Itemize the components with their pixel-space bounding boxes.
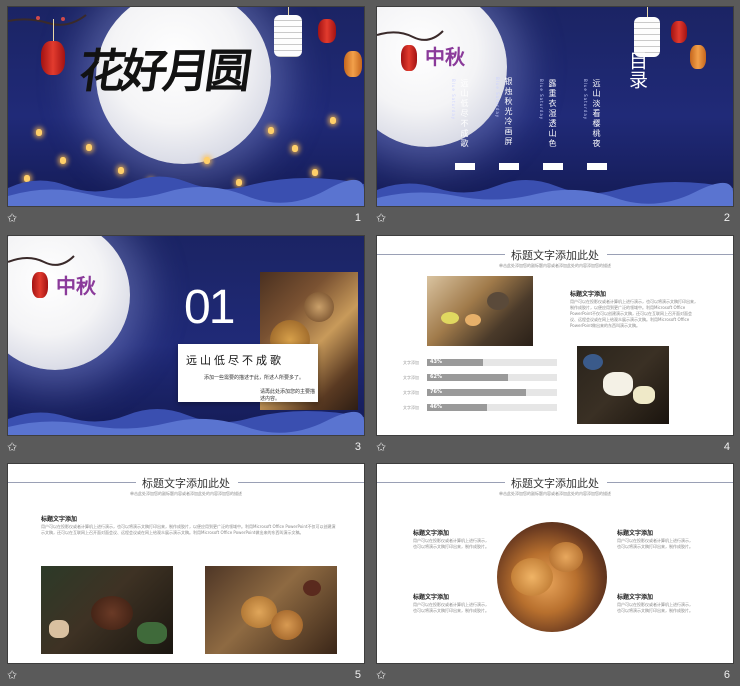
- sky-lantern-icon: [268, 127, 274, 134]
- star-icon[interactable]: ✩: [376, 668, 386, 682]
- toc-title: 目录: [626, 51, 648, 89]
- block-text: 用户可以在投影仪或者计算机上进行演示，也可以将演示文稿打印出来，制作成胶片，以便…: [41, 524, 336, 535]
- slide-thumbnail-2[interactable]: 中秋 目录 远山低尽不成歌 Blue Saturday 银烛秋光冷画屏 Blue…: [376, 6, 734, 229]
- orange-lantern-icon: [690, 45, 706, 69]
- block-text: 用户可以在投影仪或者计算机上进行演示，也可以将演示文稿打印出来，制作成胶片。: [617, 538, 693, 549]
- block-title: 标题文字添加: [617, 530, 654, 537]
- progress-bar: 43%: [427, 359, 557, 366]
- logo-text: 中秋: [56, 274, 96, 298]
- section-number: 01: [184, 281, 235, 334]
- slide-thumbnail-5[interactable]: 标题文字添加此处 单击此处添加您的副标题内容或者添加此处的内容添加您的描述 标题…: [7, 463, 365, 686]
- bar-label: 文字添加: [403, 405, 419, 410]
- section-text: 请再此处添加您的主要描述内容。: [260, 389, 316, 402]
- sky-lantern-icon: [292, 145, 298, 152]
- red-lantern-icon: [401, 45, 417, 71]
- section-text: 添加一些需要的描述于此，所述人所要多了。: [204, 375, 305, 381]
- white-lantern-icon: [274, 15, 302, 57]
- section-card: 远山低尽不成歌 添加一些需要的描述于此，所述人所要多了。 请再此处添加您的主要描…: [178, 344, 318, 402]
- star-icon[interactable]: ✩: [376, 440, 386, 454]
- slide-2-canvas: 中秋 目录 远山低尽不成歌 Blue Saturday 银烛秋光冷画屏 Blue…: [376, 6, 734, 207]
- block-text: 用户可以在投影仪或者计算机上进行演示，也可以将演示文稿打印出来，制作成胶片。: [413, 602, 489, 613]
- sky-lantern-icon: [36, 129, 42, 136]
- bar-label: 文字添加: [403, 360, 419, 365]
- cloud-waves: [8, 409, 364, 435]
- toc-item-marker: [455, 163, 475, 170]
- mooncake-photo: [427, 276, 533, 346]
- star-icon[interactable]: ✩: [376, 211, 386, 225]
- red-lantern-icon: [671, 21, 687, 43]
- slide-number: 2: [723, 212, 730, 224]
- progress-bar: 62%: [427, 374, 557, 381]
- sky-lantern-icon: [60, 157, 66, 164]
- toc-item-3[interactable]: 露重衣湿透山色: [547, 79, 557, 149]
- slide-3-canvas: 中秋 01 远山低尽不成歌 添加一些需要的描述于此，所述人所要多了。 请再此处添…: [7, 235, 365, 436]
- slide-subheader: 单击此处添加您的副标题内容或者添加此处的内容添加您的描述: [499, 491, 611, 496]
- slide-thumbnail-4[interactable]: 标题文字添加此处 单击此处添加您的副标题内容或者添加此处的内容添加您的描述 标题…: [376, 235, 734, 458]
- block-text: 用户可以在投影仪或者计算机上进行演示，也可以将演示文稿打印出来，制作成胶片。: [617, 602, 693, 613]
- mooncake-photo: [577, 346, 669, 424]
- slide-header: 标题文字添加此处: [142, 477, 230, 490]
- slide-5-canvas: 标题文字添加此处 单击此处添加您的副标题内容或者添加此处的内容添加您的描述 标题…: [7, 463, 365, 664]
- slide-thumbnail-3[interactable]: 中秋 01 远山低尽不成歌 添加一些需要的描述于此，所述人所要多了。 请再此处添…: [7, 235, 365, 458]
- slide-1-canvas: 花好月圆: [7, 6, 365, 207]
- bar-label: 文字添加: [403, 375, 419, 380]
- block-text: 用户可以在投影仪或者计算机上进行演示，也可以将演示文稿打印出来，制作成胶片。: [413, 538, 489, 549]
- orange-lantern-icon: [344, 51, 362, 77]
- slide-6-canvas: 标题文字添加此处 单击此处添加您的副标题内容或者添加此处的内容添加您的描述 标题…: [376, 463, 734, 664]
- sky-lantern-icon: [86, 144, 92, 151]
- toc-item-1[interactable]: 远山低尽不成歌: [459, 79, 469, 149]
- star-icon[interactable]: ✩: [7, 211, 17, 225]
- toc-item-4[interactable]: 远山淡看樱桃夜: [591, 79, 601, 149]
- block-title: 标题文字添加: [413, 594, 450, 601]
- star-icon[interactable]: ✩: [7, 440, 17, 454]
- toc-item-marker: [499, 163, 519, 170]
- slide-header: 标题文字添加此处: [511, 249, 599, 262]
- block-title: 标题文字添加: [41, 516, 78, 523]
- cloud-waves: [377, 180, 733, 206]
- red-lantern-icon: [41, 41, 65, 75]
- section-title: 远山低尽不成歌: [186, 354, 284, 367]
- branch-icon: [8, 14, 87, 26]
- mooncake-photo: [41, 566, 173, 654]
- sky-lantern-icon: [330, 117, 336, 124]
- sky-lantern-icon: [204, 157, 210, 164]
- slide-subheader: 单击此处添加您的副标题内容或者添加此处的内容添加您的描述: [130, 491, 242, 496]
- title-calligraphy: 花好月圆: [75, 44, 252, 98]
- toc-item-marker: [543, 163, 563, 170]
- progress-bar: 46%: [427, 404, 557, 411]
- slide-number: 5: [354, 669, 361, 681]
- block-title: 标题文字添加: [413, 530, 450, 537]
- star-icon[interactable]: ✩: [7, 668, 17, 682]
- cloud-waves: [8, 176, 364, 206]
- slide-subheader: 单击此处添加您的副标题内容或者添加此处的内容添加您的描述: [499, 263, 611, 268]
- mooncake-photo: [205, 566, 337, 654]
- slide-number: 3: [354, 441, 361, 453]
- progress-bar: 76%: [427, 389, 557, 396]
- slide-number: 1: [354, 212, 361, 224]
- red-lantern-icon: [32, 272, 48, 298]
- slide-header: 标题文字添加此处: [511, 477, 599, 490]
- slide-thumbnail-6[interactable]: 标题文字添加此处 单击此处添加您的副标题内容或者添加此处的内容添加您的描述 标题…: [376, 463, 734, 686]
- toc-item-2[interactable]: 银烛秋光冷画屏: [503, 77, 513, 147]
- red-lantern-icon: [318, 19, 336, 43]
- toc-item-marker: [587, 163, 607, 170]
- logo-text: 中秋: [425, 45, 465, 69]
- bar-label: 文字添加: [403, 390, 419, 395]
- slide-number: 4: [723, 441, 730, 453]
- mooncake-circle-photo: [497, 522, 607, 632]
- block-text: 用户可以在投影仪或者计算机上进行演示，也可以将演示文稿打印出来，制作成胶片，以便…: [570, 299, 698, 328]
- block-title: 标题文字添加: [570, 291, 607, 298]
- slide-thumbnail-1[interactable]: 花好月圆 ✩ 1: [7, 6, 365, 229]
- slide-4-canvas: 标题文字添加此处 单击此处添加您的副标题内容或者添加此处的内容添加您的描述 标题…: [376, 235, 734, 436]
- slide-number: 6: [723, 669, 730, 681]
- block-title: 标题文字添加: [617, 594, 654, 601]
